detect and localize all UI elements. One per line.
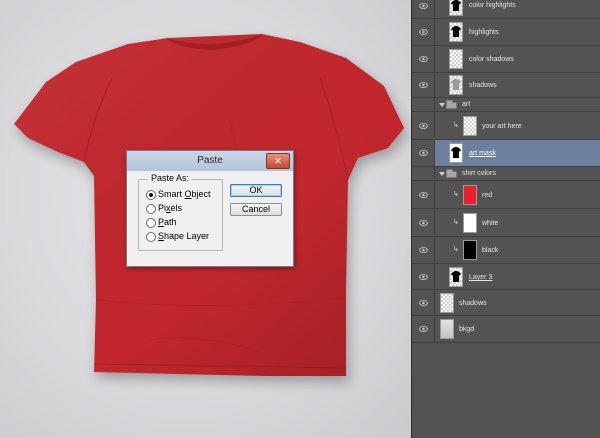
layer-name: color highlights	[469, 2, 516, 9]
layer-name: black	[482, 247, 499, 254]
eye-icon	[419, 300, 428, 306]
layer-name: red	[482, 192, 493, 199]
visibility-toggle[interactable]	[412, 264, 435, 289]
eye-icon	[419, 56, 428, 62]
layer-row-art-mask[interactable]: art mask	[412, 140, 600, 167]
group-name: shirt colors	[462, 170, 496, 177]
visibility-toggle[interactable]	[412, 112, 435, 139]
visibility-toggle[interactable]	[412, 98, 435, 111]
layer-row-your-art-here[interactable]: ↳ your art here	[412, 112, 600, 140]
radio-button[interactable]	[146, 218, 156, 228]
eye-icon	[419, 123, 428, 129]
layer-group-shirt-colors[interactable]: shirt colors	[412, 167, 600, 181]
bkgd-thumb-icon	[440, 319, 454, 339]
transparent-thumb-icon	[463, 116, 477, 136]
layer-row-color-highlights[interactable]: color highlights	[412, 0, 600, 19]
visibility-toggle[interactable]	[412, 181, 435, 208]
paste-dialog[interactable]: Paste ✕ Paste As: Smart Object Pixels Pa…	[126, 150, 294, 267]
clipping-arrow-icon: ↳	[453, 191, 459, 198]
blank-thumb-icon	[449, 49, 463, 69]
radio-button[interactable]	[146, 204, 156, 214]
clipping-arrow-icon: ↳	[453, 246, 459, 253]
shirt-thumb-icon	[449, 22, 463, 42]
layer-row-shadows-bottom[interactable]: shadows	[412, 290, 600, 316]
radio-label: Smart Object	[158, 189, 211, 199]
color-swatch-icon	[463, 185, 477, 205]
visibility-toggle[interactable]	[412, 19, 435, 45]
eye-icon	[419, 247, 428, 253]
ok-button[interactable]: OK	[230, 184, 282, 197]
layer-row-black[interactable]: ↳ black	[412, 237, 600, 264]
layer-row-white[interactable]: ↳ white	[412, 209, 600, 237]
layer-name: shadows	[469, 82, 497, 89]
layer-name: Layer 3	[469, 274, 493, 281]
document-canvas[interactable]: Paste ✕ Paste As: Smart Object Pixels Pa…	[0, 0, 411, 438]
eye-icon	[419, 150, 428, 156]
layer-row-bkgd[interactable]: bkgd	[412, 316, 600, 343]
color-swatch-icon	[463, 240, 477, 260]
layer-name: bkgd	[459, 326, 475, 333]
group-name: art	[462, 101, 471, 108]
folder-icon	[446, 169, 457, 178]
visibility-toggle[interactable]	[412, 73, 435, 97]
folder-icon	[446, 100, 457, 109]
eye-icon	[419, 220, 428, 226]
clipping-arrow-icon: ↳	[453, 219, 459, 226]
layers-empty-area[interactable]	[412, 343, 600, 438]
layer-group-art[interactable]: art	[412, 98, 600, 112]
visibility-toggle[interactable]	[412, 0, 435, 18]
eye-icon	[419, 192, 428, 198]
layer-name: white	[482, 220, 499, 227]
color-swatch-icon	[463, 213, 477, 233]
eye-icon	[419, 82, 428, 88]
radio-button[interactable]	[146, 232, 156, 242]
eye-icon	[419, 3, 428, 9]
paste-as-group: Paste As: Smart Object Pixels Path Shape…	[138, 173, 223, 251]
shirt-thumb-icon	[449, 0, 463, 16]
radio-button[interactable]	[146, 190, 156, 200]
paste-as-label: Paste As:	[148, 173, 193, 183]
layer-row-red[interactable]: ↳ red	[412, 181, 600, 209]
shirt-thumb-icon	[449, 267, 463, 287]
layer-row-layer-3[interactable]: Layer 3	[412, 264, 600, 290]
shadow-thumb-icon	[449, 75, 463, 95]
visibility-toggle[interactable]	[412, 290, 435, 315]
eye-icon	[419, 29, 428, 35]
visibility-toggle[interactable]	[412, 46, 435, 72]
transparent-thumb-icon	[440, 293, 454, 313]
radio-label: Path	[158, 217, 177, 227]
layer-row-highlights[interactable]: highlights	[412, 19, 600, 46]
layer-row-color-shadows[interactable]: color shadows	[412, 46, 600, 73]
layer-name: art mask	[469, 150, 496, 157]
shirt-thumb-icon	[449, 143, 463, 163]
layer-row-shadows[interactable]: shadows	[412, 73, 600, 98]
expand-triangle-icon[interactable]	[439, 172, 445, 176]
layers-panel[interactable]: color highlights highlights color shadow…	[411, 0, 600, 438]
layer-name: your art here	[482, 123, 522, 130]
close-icon[interactable]: ✕	[266, 153, 290, 169]
layer-name: highlights	[469, 29, 499, 36]
layer-name: color shadows	[469, 56, 514, 63]
cancel-button[interactable]: Cancel	[230, 203, 282, 216]
layer-name: shadows	[459, 300, 487, 307]
visibility-toggle[interactable]	[412, 209, 435, 236]
eye-icon	[419, 326, 428, 332]
visibility-toggle[interactable]	[412, 237, 435, 263]
visibility-toggle[interactable]	[412, 140, 435, 166]
clipping-arrow-icon: ↳	[453, 122, 459, 129]
visibility-toggle[interactable]	[412, 316, 435, 342]
radio-label: Shape Layer	[158, 231, 210, 241]
expand-triangle-icon[interactable]	[439, 103, 445, 107]
visibility-toggle[interactable]	[412, 167, 435, 180]
radio-label: Pixels	[158, 203, 183, 213]
eye-icon	[419, 274, 428, 280]
